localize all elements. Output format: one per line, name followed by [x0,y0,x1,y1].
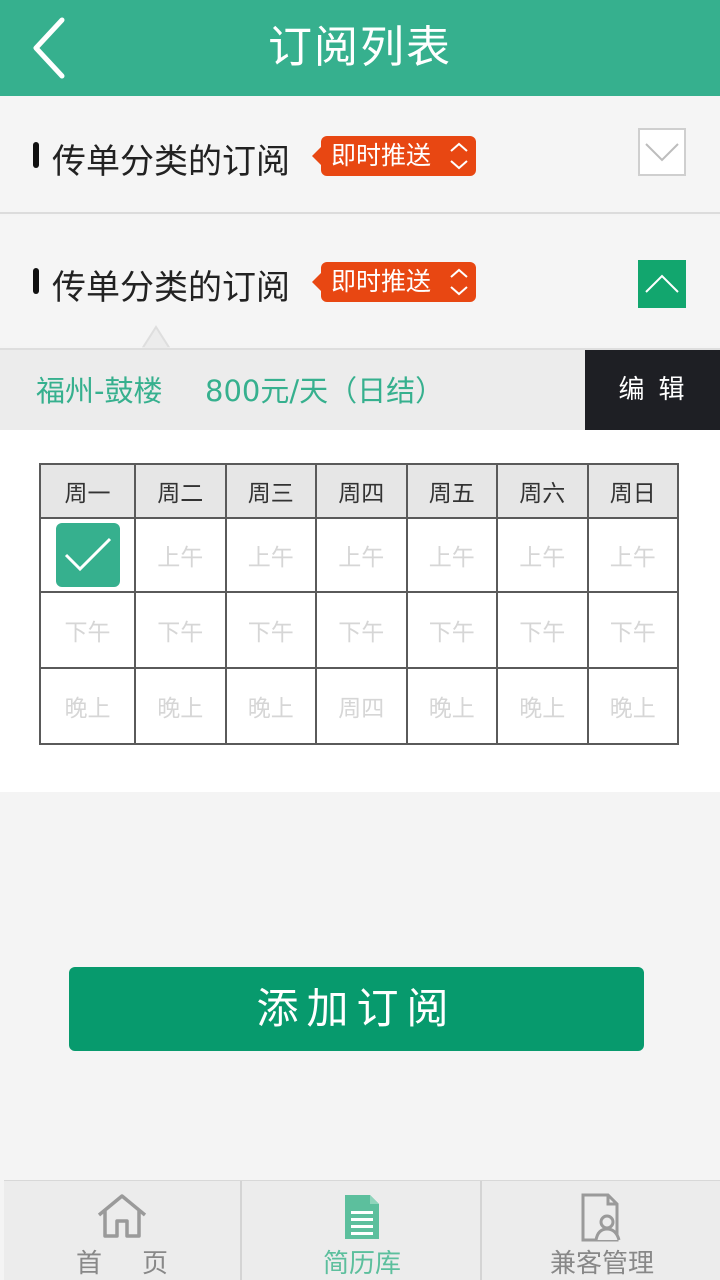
pay-text: 800元/天（日结） [205,374,445,408]
person-document-icon [581,1193,621,1242]
slot-cell[interactable]: 上午 [496,517,589,593]
app-header: 订阅列表 [0,0,720,96]
checkmark-icon [64,537,111,572]
add-subscription-button[interactable]: 添加订阅 [69,967,644,1051]
slot-cell[interactable]: 晚上 [496,667,589,745]
slot-cell-checked[interactable] [39,517,136,593]
bottom-tab-bar: 首页 简历库 兼客管理 [4,1180,720,1280]
row-marker [33,268,39,294]
slot-cell[interactable]: 下午 [224,591,317,669]
slot-cell[interactable]: 下午 [134,591,227,669]
collapse-toggle[interactable] [638,260,686,308]
tab-label: 首页 [75,1249,208,1279]
subscription-detail: 福州-鼓楼 800元/天（日结） 编辑 [0,348,720,430]
edit-button[interactable]: 编辑 [585,350,720,430]
slot-cell[interactable]: 下午 [496,591,589,669]
subscription-row[interactable]: 传单分类的订阅 即时推送 [0,216,720,346]
slot-cell[interactable]: 上午 [586,517,679,593]
schedule-row-morning: 上午 上午 上午 上午 上午 上午 [39,517,679,593]
expand-pointer [142,325,170,349]
page-title: 订阅列表 [268,22,452,73]
day-header: 周一 [39,463,136,519]
tab-resume-library[interactable]: 简历库 [244,1181,482,1280]
push-mode-label: 即时推送 [331,141,432,170]
push-mode-select[interactable]: 即时推送 [312,262,476,302]
checkbox-checked[interactable] [55,523,120,587]
push-mode-select[interactable]: 即时推送 [312,136,476,176]
day-header: 周六 [496,463,589,519]
day-header: 周四 [315,463,408,519]
tab-worker-management[interactable]: 兼客管理 [484,1181,720,1280]
slot-cell[interactable]: 上午 [134,517,227,593]
subscription-row[interactable]: 传单分类的订阅 即时推送 [0,96,720,214]
expand-toggle[interactable] [638,128,686,176]
slot-cell[interactable]: 上午 [315,517,408,593]
slot-cell[interactable]: 下午 [405,591,498,669]
day-header: 周五 [405,463,498,519]
slot-cell[interactable]: 上午 [224,517,317,593]
tab-label: 简历库 [322,1249,401,1279]
day-header: 周二 [134,463,227,519]
home-icon [97,1194,147,1238]
schedule-row-afternoon: 下午 下午 下午 下午 下午 下午 下午 [39,591,679,669]
schedule-panel: 周一 周二 周三 周四 周五 周六 周日 上午 上午 上午 上午 上午 上午 下… [0,430,720,792]
subscription-label: 传单分类的订阅 [52,142,290,182]
up-down-chevron-icon [450,268,468,296]
location-text: 福州-鼓楼 [36,374,163,408]
slot-cell[interactable]: 晚上 [586,667,679,745]
day-header: 周日 [586,463,679,519]
document-icon [345,1195,379,1239]
schedule-header-row: 周一 周二 周三 周四 周五 周六 周日 [39,463,679,519]
tab-label: 兼客管理 [549,1249,654,1279]
row-marker [33,142,39,168]
chevron-left-icon [33,17,65,79]
up-down-chevron-icon [450,142,468,170]
tab-home[interactable]: 首页 [4,1181,242,1280]
slot-cell[interactable]: 周四 [315,667,408,745]
schedule-table: 周一 周二 周三 周四 周五 周六 周日 上午 上午 上午 上午 上午 上午 下… [39,463,679,745]
back-button[interactable] [18,12,88,84]
slot-cell[interactable]: 晚上 [405,667,498,745]
slot-cell[interactable]: 下午 [315,591,408,669]
push-mode-label: 即时推送 [331,267,432,296]
slot-cell[interactable]: 下午 [39,591,136,669]
slot-cell[interactable]: 晚上 [224,667,317,745]
subscription-label: 传单分类的订阅 [52,268,290,308]
schedule-row-evening: 晚上 晚上 晚上 周四 晚上 晚上 晚上 [39,667,679,745]
slot-cell[interactable]: 下午 [586,591,679,669]
chevron-up-icon [645,274,679,293]
slot-cell[interactable]: 上午 [405,517,498,593]
slot-cell[interactable]: 晚上 [39,667,136,745]
day-header: 周三 [224,463,317,519]
slot-cell[interactable]: 晚上 [134,667,227,745]
chevron-down-icon [645,143,679,162]
